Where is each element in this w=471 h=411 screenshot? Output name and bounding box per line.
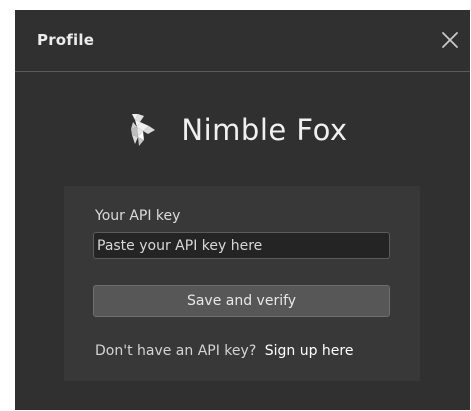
api-key-card: Your API key Save and verify Don't have …	[64, 186, 420, 381]
title-bar: Profile	[15, 10, 470, 72]
api-key-input[interactable]	[93, 232, 390, 259]
save-and-verify-button[interactable]: Save and verify	[93, 285, 390, 317]
window-title: Profile	[37, 31, 95, 49]
signup-prompt-text: Don't have an API key?	[95, 343, 257, 359]
brand-header: Nimble Fox	[15, 106, 470, 154]
brand-name: Nimble Fox	[181, 113, 348, 147]
profile-window: Profile Nimble Fox Your API key Save and…	[15, 10, 470, 410]
api-key-label: Your API key	[95, 208, 181, 224]
fox-logo-icon	[131, 114, 156, 146]
close-icon[interactable]	[438, 28, 462, 52]
signup-prompt: Don't have an API key? Sign up here	[95, 343, 353, 359]
signup-link[interactable]: Sign up here	[265, 343, 354, 359]
